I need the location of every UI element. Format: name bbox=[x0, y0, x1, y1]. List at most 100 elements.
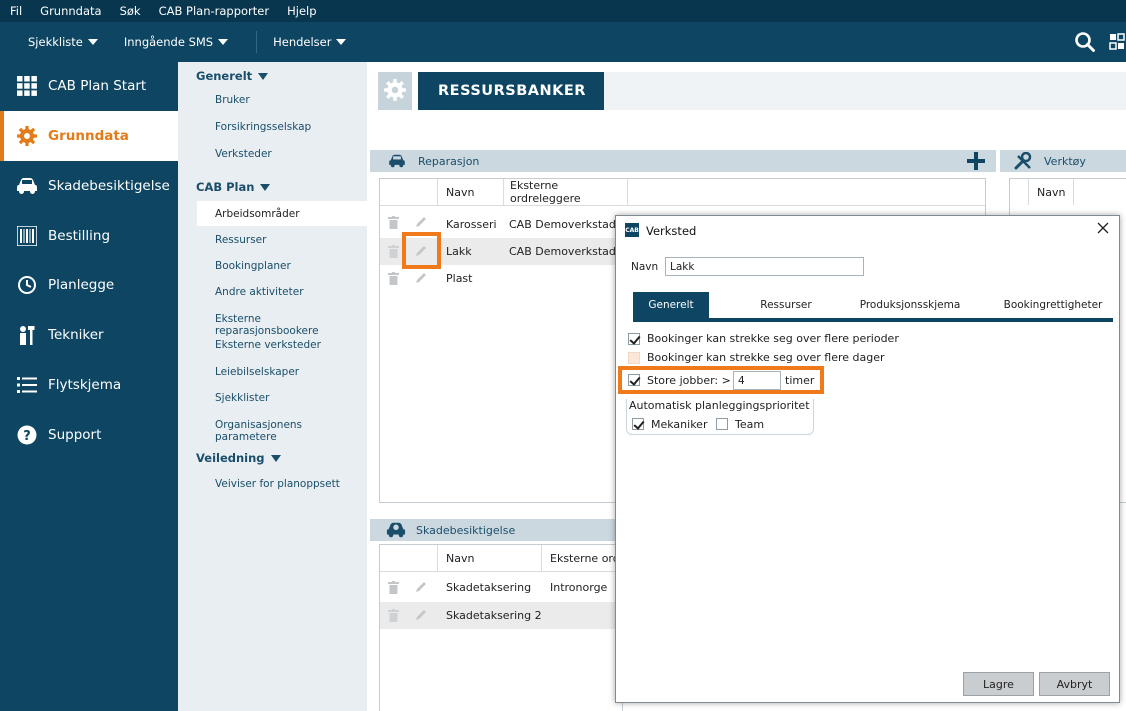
row-navn[interactable]: Skadetaksering 2 bbox=[446, 609, 542, 622]
menu-bar: Fil Grunndata Søk CAB Plan-rapporter Hje… bbox=[0, 0, 1126, 22]
subnav-item-verksteder[interactable]: Verksteder bbox=[215, 148, 272, 160]
team-checkbox[interactable] bbox=[716, 418, 728, 430]
nav-label: Tekniker bbox=[48, 327, 104, 343]
hendelser-dropdown[interactable]: Hendelser bbox=[273, 35, 347, 49]
subnav-item-ressurser[interactable]: Ressurser bbox=[215, 234, 266, 246]
row-navn[interactable]: Karosseri bbox=[446, 218, 497, 231]
pencil-icon[interactable] bbox=[414, 271, 428, 288]
cancel-button[interactable]: Avbryt bbox=[1039, 672, 1110, 696]
trash-icon[interactable] bbox=[388, 609, 399, 625]
group-title: CAB Plan bbox=[196, 180, 255, 194]
caret-down-icon bbox=[336, 39, 347, 45]
caret-down-icon bbox=[258, 72, 269, 80]
subnav-item-eksterne-verksteder[interactable]: Eksterne verksteder bbox=[215, 339, 321, 351]
header-divider bbox=[380, 205, 985, 206]
mechanic-icon bbox=[16, 324, 38, 346]
nav-planlegge[interactable]: Planlegge bbox=[0, 261, 178, 309]
subnav-item-bookingplaner[interactable]: Bookingplaner bbox=[215, 260, 291, 272]
dialog-title: Verksted bbox=[646, 224, 697, 238]
mekaniker-checkbox[interactable] bbox=[632, 418, 644, 430]
menu-grunndata[interactable]: Grunndata bbox=[40, 4, 101, 18]
panel-title: Skadebesiktigelse bbox=[416, 523, 516, 537]
row-navn[interactable]: Skadetaksering bbox=[446, 581, 531, 594]
car-icon bbox=[16, 175, 38, 197]
nav-label: Bestilling bbox=[48, 228, 111, 244]
flere-perioder-label: Bookinger kan strekke seg over flere per… bbox=[647, 332, 899, 345]
menu-hjelp[interactable]: Hjelp bbox=[287, 4, 316, 18]
subnav-group-cab-plan[interactable]: CAB Plan bbox=[196, 180, 271, 194]
trash-icon[interactable] bbox=[388, 245, 399, 261]
save-button[interactable]: Lagre bbox=[963, 672, 1034, 696]
subnav-item-andre-aktiviteter[interactable]: Andre aktiviteter bbox=[215, 286, 304, 298]
flere-dager-label: Bookinger kan strekke seg over flere dag… bbox=[647, 351, 885, 364]
sjekkliste-dropdown[interactable]: Sjekkliste bbox=[28, 35, 98, 49]
flere-perioder-checkbox[interactable] bbox=[628, 333, 640, 345]
subnav-item-sjekklister[interactable]: Sjekklister bbox=[215, 392, 269, 404]
caret-down-icon bbox=[260, 183, 271, 191]
help-icon: ? bbox=[16, 424, 38, 446]
list-icon bbox=[16, 374, 38, 396]
pencil-icon[interactable] bbox=[414, 580, 428, 597]
navn-label: Navn bbox=[631, 261, 659, 273]
flere-dager-checkbox[interactable] bbox=[628, 352, 640, 364]
table-header-navn[interactable]: Navn bbox=[1028, 179, 1074, 205]
subnav-group-veiledning[interactable]: Veiledning bbox=[196, 451, 281, 465]
tab-bookingrettigheter[interactable]: Bookingrettigheter bbox=[993, 292, 1113, 318]
table-header-ekstern[interactable]: Eksterne ord bbox=[542, 545, 624, 571]
inngaende-sms-dropdown[interactable]: Inngående SMS bbox=[124, 35, 229, 49]
table-header-ekstern[interactable]: Eksterne ordreleggere bbox=[504, 179, 628, 205]
nav-bestilling[interactable]: Bestilling bbox=[0, 212, 178, 260]
skadebesiktigelse-table: Navn Eksterne ord bbox=[379, 544, 623, 711]
team-label: Team bbox=[735, 418, 765, 431]
svg-text:?: ? bbox=[23, 429, 31, 444]
reparasjon-panel-header: Reparasjon bbox=[370, 150, 996, 172]
car-icon bbox=[386, 154, 408, 168]
caret-down-icon bbox=[270, 454, 281, 462]
subnav-item-organisasjonens-parametere[interactable]: Organisasjonens parametere bbox=[215, 419, 367, 443]
subnav-item-forsikringsselskap[interactable]: Forsikringsselskap bbox=[215, 121, 311, 133]
subnav-item-veiviser[interactable]: Veiviser for planoppsett bbox=[215, 478, 340, 490]
row-ekstern: Intronorge bbox=[550, 581, 608, 594]
menu-sok[interactable]: Søk bbox=[120, 4, 141, 18]
hendelser-label: Hendelser bbox=[273, 35, 332, 49]
nav-support[interactable]: ? Support bbox=[0, 411, 178, 459]
highlight-store-jobber bbox=[618, 366, 824, 394]
subnav-item-arbeidsomrader[interactable]: Arbeidsområder bbox=[197, 201, 367, 226]
nav-grunndata[interactable]: Grunndata bbox=[0, 111, 178, 161]
trash-icon[interactable] bbox=[388, 272, 399, 288]
subnav-item-eksterne-reparasjonsbookere[interactable]: Eksterne reparasjonsbookere bbox=[215, 313, 367, 337]
subnav-item-bruker[interactable]: Bruker bbox=[215, 94, 250, 106]
sjekkliste-label: Sjekkliste bbox=[28, 35, 83, 49]
pencil-icon[interactable] bbox=[414, 608, 428, 625]
nav-flytskjema[interactable]: Flytskjema bbox=[0, 361, 178, 409]
toolbar: Sjekkliste Inngående SMS Hendelser bbox=[0, 22, 1126, 62]
pencil-icon[interactable] bbox=[414, 215, 428, 232]
user-switch-icon[interactable] bbox=[1108, 32, 1126, 52]
trash-icon[interactable] bbox=[388, 581, 399, 597]
search-icon[interactable] bbox=[1074, 31, 1096, 56]
subnav-item-leiebilselskaper[interactable]: Leiebilselskaper bbox=[215, 366, 299, 378]
page-title-bar bbox=[604, 72, 1126, 110]
nav-tekniker[interactable]: Tekniker bbox=[0, 311, 178, 359]
navn-input[interactable]: Lakk bbox=[665, 257, 864, 276]
subnav-group-generelt[interactable]: Generelt bbox=[196, 69, 269, 83]
add-icon[interactable] bbox=[966, 151, 986, 174]
nav-skadebesiktigelse[interactable]: Skadebesiktigelse bbox=[0, 162, 178, 210]
menu-cab-plan-rapporter[interactable]: CAB Plan-rapporter bbox=[159, 4, 270, 18]
table-header-navn[interactable]: Navn bbox=[438, 179, 504, 205]
highlight-edit-lakk bbox=[402, 232, 441, 269]
row-navn[interactable]: Lakk bbox=[446, 245, 472, 258]
nav-label: Skadebesiktigelse bbox=[48, 178, 170, 194]
menu-fil[interactable]: Fil bbox=[10, 4, 22, 18]
panel-title: Verktøy bbox=[1044, 154, 1086, 168]
tab-produksjonsskjema[interactable]: Produksjonsskjema bbox=[855, 292, 965, 318]
close-icon[interactable] bbox=[1097, 222, 1109, 238]
row-navn[interactable]: Plast bbox=[446, 272, 472, 285]
mekaniker-label: Mekaniker bbox=[651, 418, 708, 431]
tab-ressurser[interactable]: Ressurser bbox=[745, 292, 827, 318]
trash-icon[interactable] bbox=[388, 216, 399, 232]
tab-generelt[interactable]: Generelt bbox=[633, 292, 709, 318]
table-header-navn[interactable]: Navn bbox=[438, 545, 542, 571]
nav-cab-plan-start[interactable]: CAB Plan Start bbox=[0, 62, 178, 110]
nav-label: Support bbox=[48, 427, 102, 443]
